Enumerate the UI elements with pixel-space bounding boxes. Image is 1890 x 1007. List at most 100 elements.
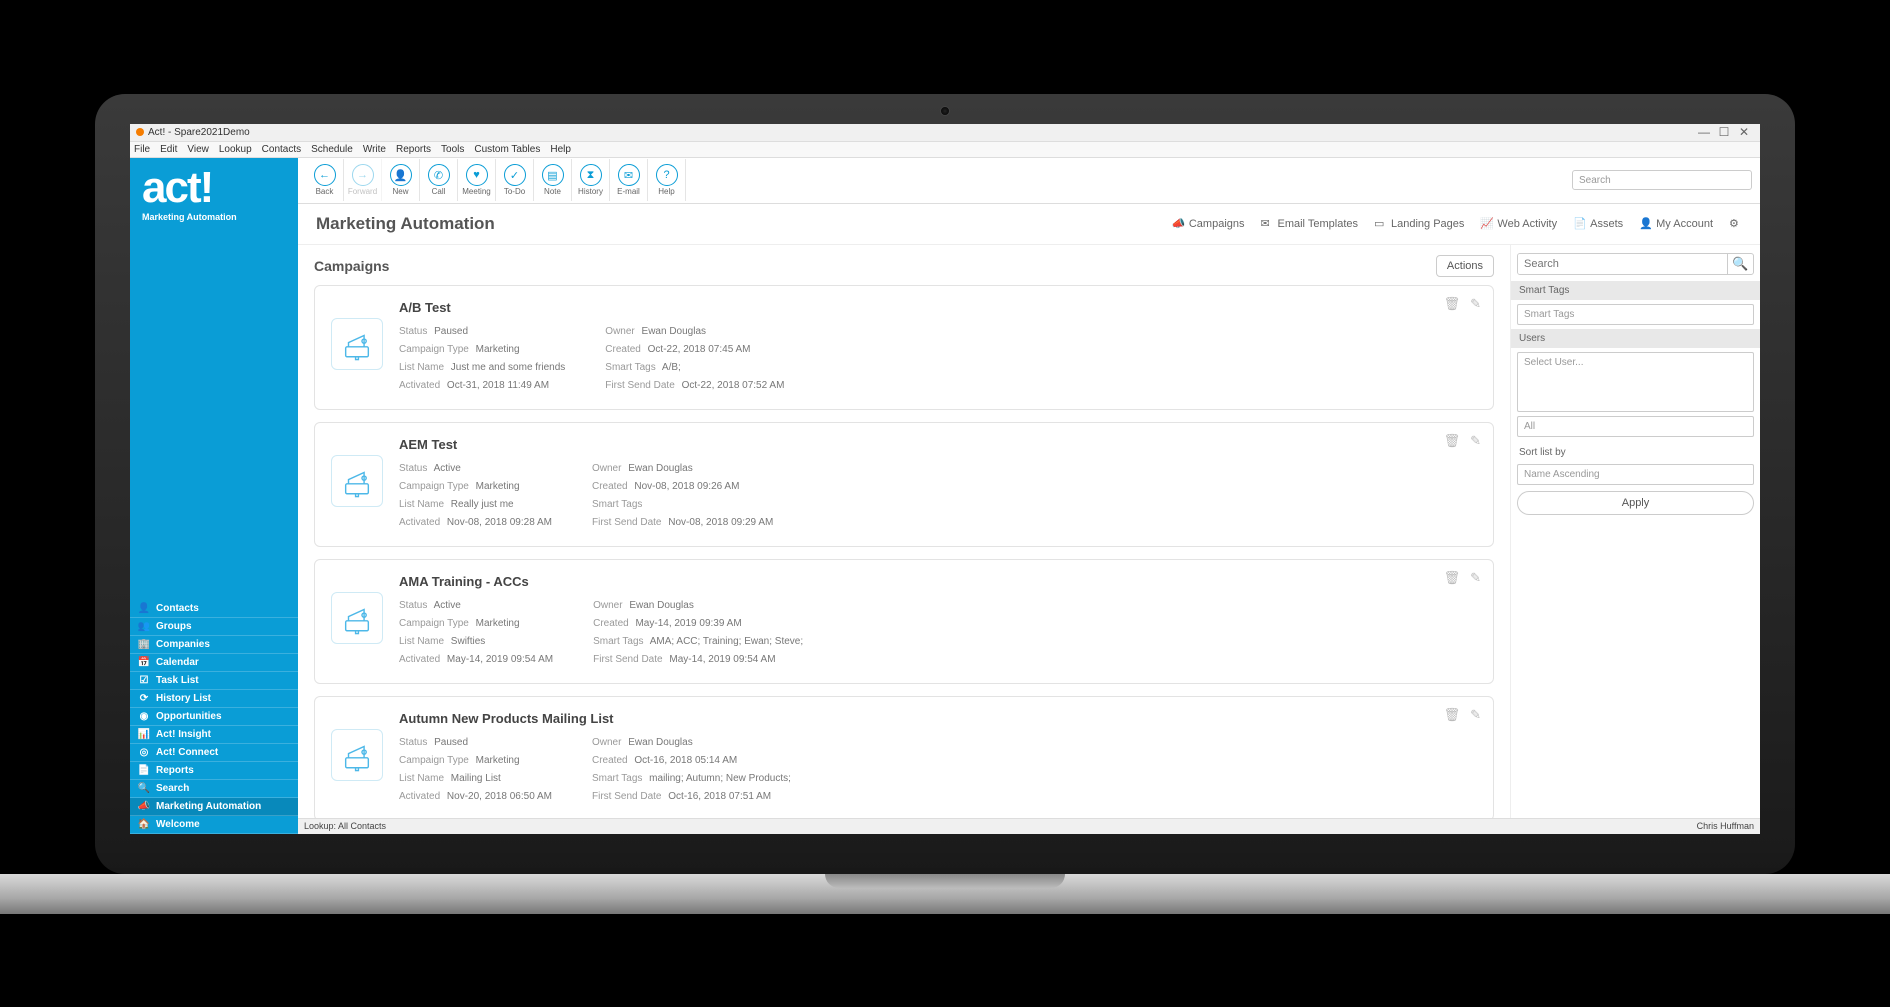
marketing-automation-icon: 📣: [138, 801, 150, 812]
assets-icon: 📄: [1573, 217, 1586, 230]
page-title: Marketing Automation: [316, 214, 495, 234]
edit-icon[interactable]: ✎: [1470, 433, 1481, 449]
toolbar-to-do-button[interactable]: ✓To-Do: [496, 159, 534, 201]
menu-file[interactable]: File: [134, 144, 150, 155]
toolbar-call-button[interactable]: ✆Call: [420, 159, 458, 201]
welcome-icon: 🏠: [138, 819, 150, 830]
settings-icon[interactable]: ⚙: [1729, 217, 1742, 230]
sidebar-item-welcome[interactable]: 🏠Welcome: [130, 816, 298, 834]
opportunities-icon: ◉: [138, 711, 150, 722]
close-button[interactable]: ✕: [1734, 125, 1754, 139]
actions-button[interactable]: Actions: [1436, 255, 1494, 277]
sort-select[interactable]: Name Ascending: [1517, 464, 1754, 485]
menu-write[interactable]: Write: [363, 144, 386, 155]
new-icon: 👤: [390, 164, 412, 186]
filter-search-input[interactable]: [1518, 254, 1727, 274]
toolbar-back-button[interactable]: ←Back: [306, 159, 344, 201]
campaign-card[interactable]: A/B TestStatus PausedCampaign Type Marke…: [314, 285, 1494, 410]
campaign-card[interactable]: AMA Training - ACCsStatus ActiveCampaign…: [314, 559, 1494, 684]
to-do-icon: ✓: [504, 164, 526, 186]
nav-link-my-account[interactable]: 👤My Account: [1639, 217, 1713, 230]
maximize-button[interactable]: ☐: [1714, 125, 1734, 139]
toolbar-new-button[interactable]: 👤New: [382, 159, 420, 201]
apply-button[interactable]: Apply: [1517, 491, 1754, 515]
calendar-icon: 📅: [138, 657, 150, 668]
sidebar: act! Marketing Automation 👤Contacts👥Grou…: [130, 158, 298, 834]
filter-search-button[interactable]: 🔍: [1727, 254, 1753, 274]
delete-icon[interactable]: 🗑: [1444, 570, 1461, 586]
all-filter[interactable]: All: [1517, 416, 1754, 437]
menu-edit[interactable]: Edit: [160, 144, 177, 155]
history-icon: ⧗: [580, 164, 602, 186]
web-activity-icon: 📈: [1480, 217, 1493, 230]
toolbar: ←Back→Forward👤New✆Call♥Meeting✓To-Do▤Not…: [298, 158, 1760, 204]
sidebar-item-opportunities[interactable]: ◉Opportunities: [130, 708, 298, 726]
menubar: File Edit View Lookup Contacts Schedule Write R…: [130, 142, 1760, 158]
sidebar-item-contacts[interactable]: 👤Contacts: [130, 600, 298, 618]
window-title: Act! - Spare2021Demo: [148, 127, 250, 138]
toolbar-search-input[interactable]: Search: [1572, 170, 1752, 190]
campaign-title: Autumn New Products Mailing List: [399, 711, 1477, 726]
delete-icon[interactable]: 🗑: [1444, 707, 1461, 723]
menu-contacts[interactable]: Contacts: [262, 144, 301, 155]
e-mail-icon: ✉: [618, 164, 640, 186]
menu-reports[interactable]: Reports: [396, 144, 431, 155]
campaign-card[interactable]: Autumn New Products Mailing List Status P…: [314, 696, 1494, 818]
edit-icon[interactable]: ✎: [1470, 296, 1481, 312]
sidebar-item-history-list[interactable]: ⟳History List: [130, 690, 298, 708]
nav-link-email-templates[interactable]: ✉Email Templates: [1261, 217, 1359, 230]
logo-block: act! Marketing Automation: [130, 158, 298, 226]
menu-lookup[interactable]: Lookup: [219, 144, 252, 155]
logo-subtitle: Marketing Automation: [142, 212, 286, 222]
campaigns-icon: 📣: [1172, 217, 1185, 230]
sidebar-item-groups[interactable]: 👥Groups: [130, 618, 298, 636]
campaign-details-left: Status PausedCampaign Type MarketingList…: [399, 734, 552, 806]
note-icon: ▤: [542, 164, 564, 186]
statusbar: Lookup: All Contacts Chris Huffman: [298, 818, 1760, 834]
sidebar-item-companies[interactable]: 🏢Companies: [130, 636, 298, 654]
companies-icon: 🏢: [138, 639, 150, 650]
edit-icon[interactable]: ✎: [1470, 570, 1481, 586]
nav-link-campaigns[interactable]: 📣Campaigns: [1172, 217, 1245, 230]
sidebar-item-act-insight[interactable]: 📊Act! Insight: [130, 726, 298, 744]
toolbar-note-button[interactable]: ▤Note: [534, 159, 572, 201]
campaign-card[interactable]: AEM TestStatus ActiveCampaign Type Marke…: [314, 422, 1494, 547]
menu-help[interactable]: Help: [550, 144, 571, 155]
sidebar-item-search[interactable]: 🔍Search: [130, 780, 298, 798]
delete-icon[interactable]: 🗑: [1444, 433, 1461, 449]
menu-schedule[interactable]: Schedule: [311, 144, 353, 155]
menu-tools[interactable]: Tools: [441, 144, 464, 155]
toolbar-help-button[interactable]: ?Help: [648, 159, 686, 201]
meeting-icon: ♥: [466, 164, 488, 186]
edit-icon[interactable]: ✎: [1470, 707, 1481, 723]
history-list-icon: ⟳: [138, 693, 150, 704]
help-icon: ?: [656, 164, 678, 186]
nav-link-landing-pages[interactable]: ▭Landing Pages: [1374, 217, 1464, 230]
campaign-title: AMA Training - ACCs: [399, 574, 1477, 589]
nav-link-web-activity[interactable]: 📈Web Activity: [1480, 217, 1557, 230]
toolbar-meeting-button[interactable]: ♥Meeting: [458, 159, 496, 201]
app-icon: [136, 128, 144, 136]
act-connect-icon: ◎: [138, 747, 150, 758]
nav-link-assets[interactable]: 📄Assets: [1573, 217, 1623, 230]
contacts-icon: 👤: [138, 603, 150, 614]
users-select[interactable]: Select User...: [1517, 352, 1754, 412]
call-icon: ✆: [428, 164, 450, 186]
campaign-icon: [331, 729, 383, 781]
sidebar-item-act-connect[interactable]: ◎Act! Connect: [130, 744, 298, 762]
groups-icon: 👥: [138, 621, 150, 632]
toolbar-history-button[interactable]: ⧗History: [572, 159, 610, 201]
menu-view[interactable]: View: [187, 144, 209, 155]
sidebar-item-marketing-automation[interactable]: 📣Marketing Automation: [130, 798, 298, 816]
toolbar-e-mail-button[interactable]: ✉E-mail: [610, 159, 648, 201]
filter-panel: 🔍 Smart Tags Smart Tags Users Select Use…: [1510, 245, 1760, 818]
delete-icon[interactable]: 🗑: [1444, 296, 1461, 312]
sidebar-item-reports[interactable]: 📄Reports: [130, 762, 298, 780]
sidebar-item-task-list[interactable]: ☑Task List: [130, 672, 298, 690]
menu-custom-tables[interactable]: Custom Tables: [474, 144, 540, 155]
campaigns-heading: Campaigns: [314, 258, 389, 274]
smart-tags-input[interactable]: Smart Tags: [1517, 304, 1754, 325]
sidebar-item-calendar[interactable]: 📅Calendar: [130, 654, 298, 672]
campaign-details-left: Status PausedCampaign Type MarketingList…: [399, 323, 565, 395]
minimize-button[interactable]: —: [1694, 125, 1714, 139]
